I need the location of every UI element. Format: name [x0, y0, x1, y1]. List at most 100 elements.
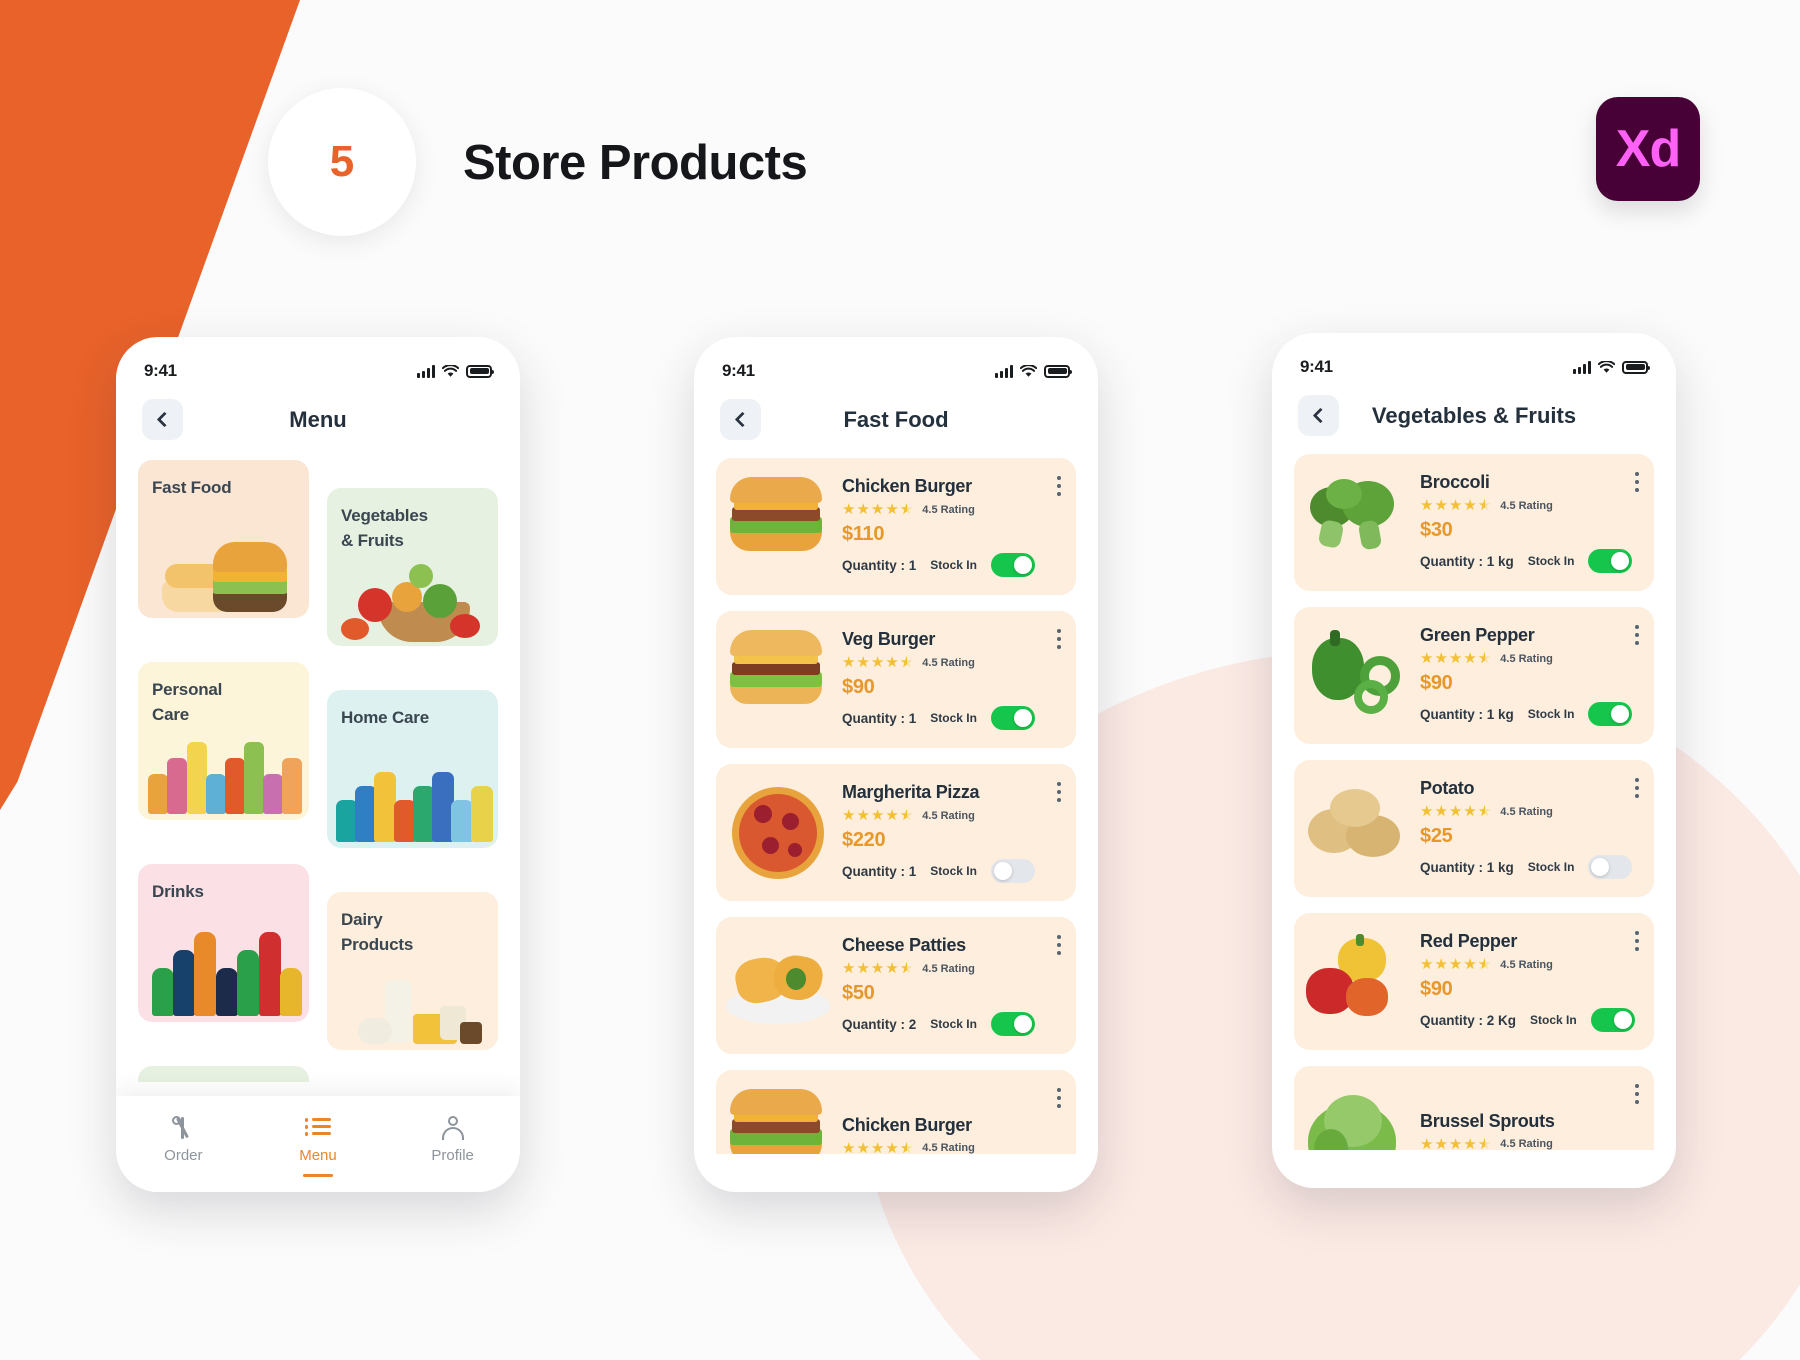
rating-label: 4.5 Rating	[1500, 805, 1553, 818]
category-card[interactable]: Home Care	[327, 690, 498, 848]
back-button[interactable]	[720, 399, 761, 440]
stock-label: Stock In	[930, 1017, 977, 1031]
rating-label: 4.5 Rating	[1500, 652, 1553, 665]
rating-row: ★ ★ ★ ★ ★ ★ 4.5 Rating	[842, 1141, 1062, 1155]
product-card[interactable]: Brussel Sprouts ★ ★ ★ ★ ★ ★ 4.5 Rating	[1294, 1066, 1654, 1150]
product-quantity: Quantity : 1 kg	[1420, 706, 1514, 722]
more-options-icon[interactable]	[1635, 625, 1639, 645]
stock-toggle[interactable]	[990, 859, 1035, 883]
product-name: Brussel Sprouts	[1420, 1110, 1555, 1131]
stock-row: Quantity : 1 kg Stock In	[1420, 855, 1640, 879]
battery-icon	[466, 364, 494, 378]
wifi-icon	[1598, 360, 1615, 373]
product-card[interactable]: Green Pepper ★ ★ ★ ★ ★ ★ 4.5 Rating $90 Quantity …	[1294, 607, 1654, 744]
cutlery-icon	[170, 1116, 196, 1140]
stock-toggle[interactable]	[1588, 702, 1633, 726]
status-bar: 9:41	[116, 337, 520, 389]
category-card[interactable]: Vegetables & Fruits	[138, 1066, 309, 1082]
stock-toggle[interactable]	[990, 706, 1035, 730]
star-rating-icon: ★ ★ ★ ★ ★ ★	[1420, 803, 1492, 820]
phone-mockup-vegetables-fruits: 9:41 Vegetables & Fruits Broccoli ★ ★ ★ ★ ★ ★ 4…	[1272, 333, 1676, 1188]
product-card[interactable]: Broccoli ★ ★ ★ ★ ★ ★ 4.5 Rating $30 Quantity : 1 …	[1294, 454, 1654, 591]
product-scroll-area[interactable]: Broccoli ★ ★ ★ ★ ★ ★ 4.5 Rating $30 Quantity : 1 …	[1272, 450, 1676, 1150]
category-card[interactable]: Dairy Products	[327, 892, 498, 1050]
stock-row: Quantity : 1 Stock In	[842, 859, 1062, 883]
list-icon	[304, 1116, 331, 1140]
product-info: Red Pepper ★ ★ ★ ★ ★ ★ 4.5 Rating $90 Quantity : …	[1410, 931, 1640, 1032]
product-price: $50	[842, 982, 875, 1004]
rating-row: ★ ★ ★ ★ ★ ★ 4.5 Rating	[842, 808, 1062, 823]
phone-mockup-fast-food: 9:41 Fast Food Chicken Burger ★ ★ ★ ★ ★ ★ 4.5 R…	[694, 337, 1098, 1192]
signal-icon	[1573, 360, 1591, 374]
stock-toggle[interactable]	[990, 553, 1035, 577]
product-price: $220	[842, 829, 886, 851]
category-scroll-area[interactable]: Fast Food Vegetables & Fruits Personal Car…	[116, 454, 520, 1082]
product-scroll-area[interactable]: Chicken Burger ★ ★ ★ ★ ★ ★ 4.5 Rating $110 Quanti…	[694, 454, 1098, 1154]
veg-burger-thumbnail	[724, 626, 832, 734]
category-card[interactable]: Vegetables & Fruits	[327, 488, 498, 646]
product-name: Red Pepper	[1420, 931, 1518, 951]
more-options-icon[interactable]	[1057, 629, 1061, 649]
stock-toggle[interactable]	[1588, 549, 1633, 573]
tab-profile-label: Profile	[431, 1147, 474, 1164]
category-card-label: Fast Food	[152, 478, 232, 497]
more-options-icon[interactable]	[1635, 931, 1639, 951]
tab-menu[interactable]: Menu	[273, 1116, 363, 1177]
product-quantity: Quantity : 2	[842, 1016, 917, 1032]
category-card[interactable]: Fast Food	[138, 460, 309, 618]
rating-label: 4.5 Rating	[922, 656, 975, 669]
star-rating-icon: ★ ★ ★ ★ ★ ★	[842, 654, 914, 671]
tab-profile[interactable]: Profile	[408, 1116, 498, 1164]
product-card[interactable]: Margherita Pizza ★ ★ ★ ★ ★ ★ 4.5 Rating $220 Quan…	[716, 764, 1076, 901]
rating-label: 4.5 Rating	[922, 1142, 975, 1154]
back-button[interactable]	[1298, 395, 1339, 436]
step-number-badge: 5	[268, 88, 416, 236]
product-quantity: Quantity : 1	[842, 710, 917, 726]
more-options-icon[interactable]	[1635, 778, 1639, 798]
stock-label: Stock In	[930, 711, 977, 725]
tab-order[interactable]: Order	[138, 1116, 228, 1164]
dairy-illustration	[327, 958, 498, 1050]
stock-label: Stock In	[930, 558, 977, 572]
rating-row: ★ ★ ★ ★ ★ ★ 4.5 Rating	[842, 502, 1062, 517]
more-options-icon[interactable]	[1057, 1088, 1061, 1108]
more-options-icon[interactable]	[1057, 782, 1061, 802]
product-info: Margherita Pizza ★ ★ ★ ★ ★ ★ 4.5 Rating $220 Quan…	[832, 782, 1062, 883]
back-button[interactable]	[142, 399, 183, 440]
nav-header: Fast Food	[694, 389, 1098, 454]
stock-toggle[interactable]	[990, 1012, 1035, 1036]
patties-thumbnail	[724, 932, 832, 1040]
stock-toggle[interactable]	[1590, 1008, 1635, 1032]
product-quantity: Quantity : 1 kg	[1420, 553, 1514, 569]
green-pepper-thumbnail	[1302, 622, 1410, 730]
rating-label: 4.5 Rating	[1500, 1138, 1553, 1150]
category-card[interactable]: Drinks	[138, 864, 309, 1022]
toggle-knob	[1611, 552, 1630, 570]
toggle-knob	[993, 862, 1012, 880]
status-time: 9:41	[722, 361, 755, 380]
stock-label: Stock In	[1527, 860, 1575, 874]
category-card-label: Home Care	[341, 708, 429, 727]
product-card[interactable]: Potato ★ ★ ★ ★ ★ ★ 4.5 Rating $25 Quantity : 1 kg…	[1294, 760, 1654, 897]
product-card[interactable]: Cheese Patties ★ ★ ★ ★ ★ ★ 4.5 Rating $50 Quantit…	[716, 917, 1076, 1054]
more-options-icon[interactable]	[1635, 1084, 1639, 1104]
product-info: Brussel Sprouts ★ ★ ★ ★ ★ ★ 4.5 Rating	[1410, 1111, 1640, 1151]
product-quantity: Quantity : 1 kg	[1420, 859, 1514, 875]
product-price: $90	[1420, 672, 1453, 694]
rating-label: 4.5 Rating	[922, 962, 975, 975]
product-info: Potato ★ ★ ★ ★ ★ ★ 4.5 Rating $25 Quantity : 1 kg…	[1410, 778, 1640, 879]
broccoli-thumbnail	[1302, 469, 1410, 577]
stock-toggle[interactable]	[1588, 855, 1633, 879]
product-card[interactable]: Chicken Burger ★ ★ ★ ★ ★ ★ 4.5 Rating	[716, 1070, 1076, 1154]
stock-row: Quantity : 2 Kg Stock In	[1420, 1008, 1640, 1032]
product-card[interactable]: Red Pepper ★ ★ ★ ★ ★ ★ 4.5 Rating $90 Quantity : …	[1294, 913, 1654, 1050]
more-options-icon[interactable]	[1635, 472, 1639, 492]
category-card-label: Dairy Products	[341, 910, 414, 954]
product-card[interactable]: Chicken Burger ★ ★ ★ ★ ★ ★ 4.5 Rating $110 Quanti…	[716, 458, 1076, 595]
tab-order-label: Order	[164, 1147, 203, 1164]
category-card[interactable]: Personal Care	[138, 662, 309, 820]
more-options-icon[interactable]	[1057, 476, 1061, 496]
product-card[interactable]: Veg Burger ★ ★ ★ ★ ★ ★ 4.5 Rating $90 Quantity : …	[716, 611, 1076, 748]
more-options-icon[interactable]	[1057, 935, 1061, 955]
product-quantity: Quantity : 1	[842, 557, 917, 573]
